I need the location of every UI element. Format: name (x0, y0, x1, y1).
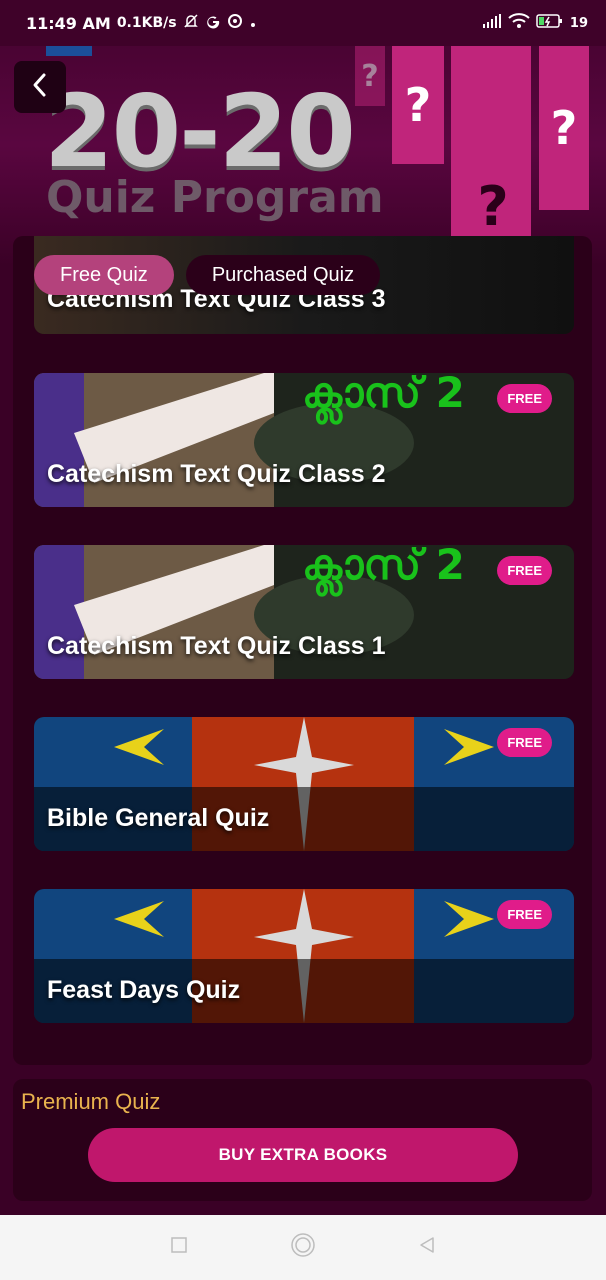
quiz-card[interactable]: ക്ലാസ് 2 FREE Catechism Text Quiz Class … (34, 373, 574, 507)
banner-subtitle: Quiz Program (46, 172, 384, 223)
sync-icon (227, 13, 243, 33)
free-badge: FREE (497, 384, 552, 413)
tab-free-quiz[interactable]: Free Quiz (34, 255, 174, 295)
wifi-icon (508, 13, 530, 33)
signal-icon (482, 14, 502, 32)
question-card: ? (539, 46, 589, 210)
quiz-card-title: Feast Days Quiz (47, 976, 241, 1004)
quiz-list-panel: Free Quiz Purchased Quiz Catechism Text … (13, 236, 592, 1065)
premium-section: Premium Quiz BUY EXTRA BOOKS (13, 1079, 592, 1201)
premium-title: Premium Quiz (21, 1089, 161, 1114)
quiz-card-title: Catechism Text Quiz Class 2 (47, 460, 386, 488)
free-badge: FREE (497, 728, 552, 757)
silent-icon (183, 13, 199, 33)
quiz-program-banner: ? ? ? ? 20-20 Quiz Program (0, 46, 606, 266)
quiz-card-title: Catechism Text Quiz Class 1 (47, 632, 386, 660)
back-arrow-icon (31, 72, 49, 103)
quiz-card-title: Bible General Quiz (47, 804, 270, 832)
battery-level: 19 (569, 15, 588, 31)
network-speed: 0.1KB/s (116, 15, 177, 31)
quiz-card[interactable]: ക്ലാസ് 2 FREE Catechism Text Quiz Class … (34, 545, 574, 679)
banner-flag (46, 46, 92, 56)
banner-title: 20-20 (44, 73, 356, 190)
battery-icon (536, 13, 564, 33)
tab-purchased-quiz[interactable]: Purchased Quiz (185, 255, 381, 295)
system-nav-bar (0, 1215, 606, 1280)
question-mark: ? (477, 174, 509, 238)
quiz-card[interactable]: FREE Bible General Quiz (34, 717, 574, 851)
buy-extra-books-button[interactable]: BUY EXTRA BOOKS (88, 1128, 518, 1182)
nav-recent-icon[interactable] (169, 1235, 189, 1260)
free-badge: FREE (497, 900, 552, 929)
status-bar: 11:49 AM 0.1KB/s 19 (0, 0, 606, 46)
dot-indicator (249, 14, 257, 33)
quiz-tabs: Free Quiz Purchased Quiz (34, 255, 381, 295)
question-card: ? (355, 46, 385, 106)
tab-label: Free Quiz (60, 263, 148, 286)
google-icon (205, 13, 221, 33)
quiz-card[interactable]: FREE Feast Days Quiz (34, 889, 574, 1023)
back-button[interactable] (14, 61, 66, 113)
tab-label: Purchased Quiz (211, 263, 355, 286)
nav-back-icon[interactable] (417, 1235, 437, 1260)
status-time: 11:49 AM (26, 13, 111, 33)
free-badge: FREE (497, 556, 552, 585)
nav-home-icon[interactable] (289, 1231, 317, 1264)
question-card: ? (392, 46, 444, 164)
